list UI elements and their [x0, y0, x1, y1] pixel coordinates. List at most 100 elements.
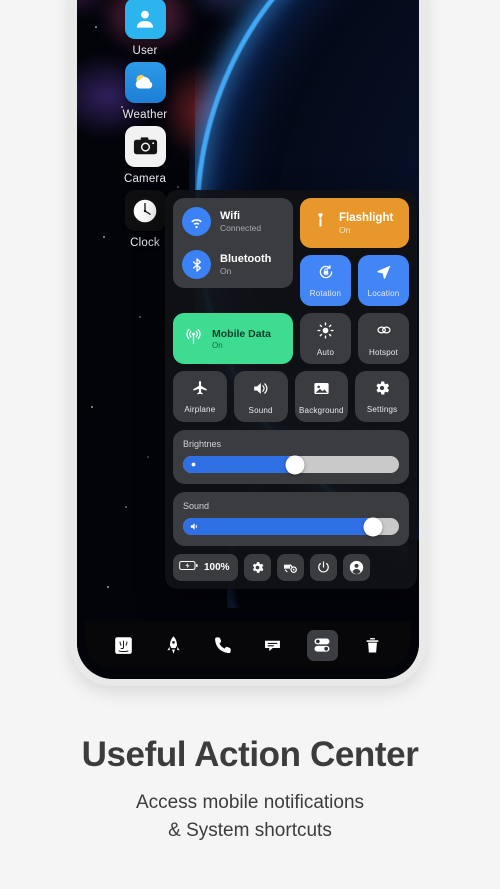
clock-icon: [124, 190, 166, 231]
dock-item-phone[interactable]: [208, 630, 239, 661]
tile-label: Hotspot: [369, 348, 398, 357]
sound-slider-card: Sound: [173, 492, 409, 546]
tile-sound[interactable]: Sound: [233, 371, 288, 422]
trash-icon: [366, 637, 378, 652]
tile-status: On: [339, 224, 351, 235]
tile-label: Airplane: [184, 405, 216, 414]
tile-title: Mobile Data: [212, 327, 271, 340]
tools-action-button[interactable]: [276, 554, 304, 581]
phone-icon: [215, 637, 231, 654]
brightness-label: Brightnes: [183, 439, 222, 449]
gear-icon: [252, 562, 264, 573]
tile-bluetooth[interactable]: Bluetooth On: [182, 250, 284, 279]
caption-block: Useful Action Center Access mobile notif…: [0, 735, 500, 844]
dock-item-control-center[interactable]: [306, 629, 338, 661]
dock-item-trash[interactable]: [357, 630, 388, 661]
dock-item-messages[interactable]: [257, 630, 288, 661]
tile-status: Connected: [220, 223, 262, 234]
dock-item-launchpad[interactable]: [158, 630, 189, 661]
tile-hotspot[interactable]: Hotspot: [358, 313, 409, 364]
account-circle-icon: [349, 560, 363, 575]
battery-percent: 100%: [204, 562, 230, 573]
tile-flashlight[interactable]: Flashlight On: [300, 198, 409, 248]
tile-airplane[interactable]: Airplane: [173, 371, 227, 422]
app-weather[interactable]: Weather: [109, 62, 181, 121]
wifi-icon: [182, 207, 211, 236]
user-icon: [124, 0, 166, 39]
mobile-data-row: Mobile Data On Auto Hotspot: [173, 313, 409, 364]
tile-wifi[interactable]: Wifi Connected: [182, 207, 284, 236]
tile-rotation[interactable]: Rotation: [300, 255, 351, 306]
finder-icon: [115, 636, 133, 654]
weather-icon: [124, 62, 166, 103]
tile-label: Settings: [366, 405, 398, 414]
brightness-knob[interactable]: [285, 455, 305, 474]
sound-knob[interactable]: [363, 517, 383, 536]
tile-mobile-data[interactable]: Mobile Data On: [173, 313, 293, 364]
subtitle-line-1: Access mobile notifications: [135, 792, 365, 813]
settings-action-button[interactable]: [243, 554, 271, 581]
message-icon: [265, 640, 281, 651]
subtitle-line-2: & System shortcuts: [168, 819, 332, 841]
app-label: Weather: [122, 109, 168, 121]
connectivity-column: Wifi Connected Bluetooth On: [173, 198, 293, 306]
app-label: Camera: [123, 173, 167, 185]
account-action-button[interactable]: [342, 554, 370, 581]
page-subtitle: Access mobile notifications & System sho…: [0, 789, 500, 844]
app-label: User: [132, 45, 158, 57]
airplane-icon: [191, 379, 209, 402]
promo-screen: User Weather Camera Clock Wifi Connected…: [0, 0, 500, 889]
action-buttons-row: 100%: [173, 554, 409, 581]
tile-status: On: [212, 340, 223, 350]
flashlight-icon: [312, 212, 329, 234]
tile-status: On: [220, 266, 232, 277]
tile-label: Background: [299, 405, 344, 415]
cell-signal-icon: [184, 327, 203, 351]
tile-title: Bluetooth: [220, 252, 272, 265]
location-arrow-icon: [375, 263, 393, 286]
brightness-slider[interactable]: [183, 455, 399, 474]
tile-auto-brightness[interactable]: Auto: [300, 313, 351, 364]
connectivity-tile: Wifi Connected Bluetooth On: [173, 198, 293, 288]
rocket-icon: [167, 635, 180, 654]
tile-location[interactable]: Location: [358, 255, 409, 306]
brightness-auto-icon: [316, 321, 335, 345]
power-icon: [317, 561, 329, 573]
power-action-button[interactable]: [309, 554, 337, 581]
speaker-icon: [251, 379, 270, 403]
brightness-slider-card: Brightnes: [173, 430, 409, 484]
tile-settings[interactable]: Settings: [355, 371, 409, 422]
dock-item-finder[interactable]: [108, 630, 139, 661]
top-grid: Wifi Connected Bluetooth On Flashlight O…: [173, 198, 409, 306]
brightness-icon: [191, 462, 196, 467]
dock: [85, 621, 411, 669]
rotation-lock-icon: [317, 263, 335, 286]
sound-fill: [183, 518, 374, 535]
tile-label: Location: [367, 289, 400, 298]
page-title: Useful Action Center: [81, 735, 419, 774]
volume-icon: [190, 523, 197, 530]
phone-screen: User Weather Camera Clock Wifi Connected…: [77, 0, 419, 679]
tile-label: Sound: [248, 405, 273, 415]
phone-frame: User Weather Camera Clock Wifi Connected…: [70, 0, 426, 686]
bluetooth-icon: [182, 250, 211, 279]
toggles-icon: [314, 638, 330, 652]
camera-icon: [124, 126, 166, 167]
image-icon: [312, 379, 331, 403]
brightness-fill: [183, 456, 296, 473]
app-camera[interactable]: Camera: [109, 126, 181, 185]
rotation-location-pair: Rotation Location: [300, 255, 409, 306]
action-center-panel: Wifi Connected Bluetooth On Flashlight O…: [165, 190, 417, 589]
sound-slider[interactable]: [183, 517, 399, 536]
screenshot-tools-icon: [284, 563, 298, 573]
battery-charging-icon: [179, 559, 199, 577]
tile-background[interactable]: Background: [294, 371, 349, 422]
tile-title: Wifi: [220, 209, 241, 222]
sound-label: Sound: [183, 501, 210, 511]
hotspot-link-icon: [374, 320, 394, 345]
app-user[interactable]: User: [109, 0, 181, 57]
battery-status[interactable]: 100%: [173, 554, 238, 581]
tile-title: Flashlight: [339, 211, 394, 224]
quick-toggle-column: Flashlight On Rotation Location: [300, 198, 409, 306]
shortcut-row: Airplane Sound Background Settings: [173, 371, 409, 422]
